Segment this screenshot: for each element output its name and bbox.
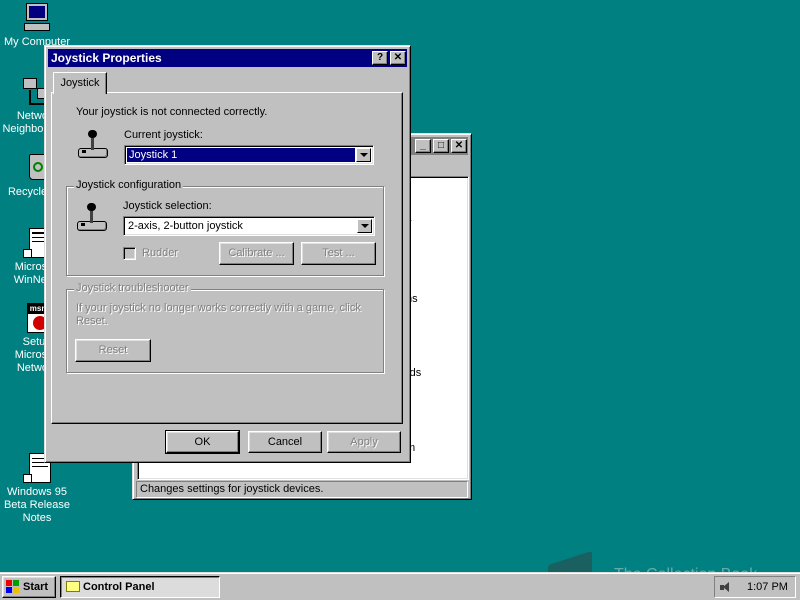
calibrate-button[interactable]: Calibrate ... bbox=[219, 242, 294, 265]
status-bar: Changes settings for joystick devices. bbox=[136, 481, 468, 498]
tab-label: Joystick bbox=[60, 77, 100, 89]
config-groupbox: Joystick configuration Joystick selectio… bbox=[66, 179, 384, 276]
rudder-label: Rudder bbox=[142, 247, 179, 259]
troubleshooter-group-title: Joystick troubleshooter bbox=[74, 282, 191, 294]
joystick-selection-value: 2-axis, 2-button joystick bbox=[128, 220, 243, 232]
joystick-icon bbox=[76, 130, 110, 162]
task-label: Control Panel bbox=[83, 581, 155, 593]
tab-joystick[interactable]: Joystick bbox=[53, 72, 107, 94]
rudder-checkbox[interactable] bbox=[123, 247, 136, 260]
troubleshooter-text: If your joystick no longer works correct… bbox=[76, 302, 361, 327]
joystick-icon bbox=[75, 203, 109, 235]
desktop-icon-my-computer[interactable]: My Computer bbox=[0, 2, 74, 49]
chevron-down-icon[interactable] bbox=[357, 219, 372, 233]
clock[interactable]: 1:07 PM bbox=[747, 581, 788, 593]
reset-button[interactable]: Reset bbox=[75, 339, 151, 362]
dialog-title: Joystick Properties bbox=[51, 51, 162, 65]
joystick-selection-dropdown[interactable]: 2-axis, 2-button joystick bbox=[123, 216, 375, 236]
system-tray: 1:07 PM bbox=[714, 576, 796, 598]
ok-button[interactable]: OK bbox=[165, 430, 240, 454]
start-label: Start bbox=[23, 581, 49, 593]
apply-button[interactable]: Apply bbox=[327, 431, 401, 453]
dialog-titlebar[interactable]: Joystick Properties bbox=[48, 49, 407, 67]
joystick-properties-dialog[interactable]: Joystick Properties ? ✕ Joystick Your jo… bbox=[44, 45, 411, 463]
computer-icon bbox=[21, 2, 53, 34]
cancel-button[interactable]: Cancel bbox=[248, 431, 322, 453]
current-joystick-value: Joystick 1 bbox=[126, 147, 356, 163]
test-button[interactable]: Test ... bbox=[301, 242, 376, 265]
taskbar: Start Control Panel 1:07 PM bbox=[0, 572, 800, 600]
help-button[interactable]: ? bbox=[372, 51, 388, 65]
current-joystick-label: Current joystick: bbox=[124, 129, 203, 141]
close-button[interactable]: ✕ bbox=[390, 51, 406, 65]
folder-icon bbox=[66, 581, 80, 592]
windows-logo-icon bbox=[6, 580, 20, 593]
current-joystick-dropdown[interactable]: Joystick 1 bbox=[124, 145, 374, 165]
status-text: Changes settings for joystick devices. bbox=[140, 483, 324, 495]
start-button[interactable]: Start bbox=[2, 576, 56, 598]
joystick-selection-label: Joystick selection: bbox=[123, 200, 212, 212]
troubleshooter-groupbox: Joystick troubleshooter If your joystick… bbox=[66, 282, 384, 373]
connection-status-text: Your joystick is not connected correctly… bbox=[76, 106, 268, 118]
tab-panel: Your joystick is not connected correctly… bbox=[51, 92, 403, 424]
maximize-button[interactable]: □ bbox=[433, 139, 449, 153]
speaker-icon[interactable] bbox=[720, 582, 730, 592]
close-button[interactable]: ✕ bbox=[451, 139, 467, 153]
task-button-control-panel[interactable]: Control Panel bbox=[60, 576, 220, 598]
desktop-icon-label: Windows 95 Beta Release Notes bbox=[3, 486, 71, 524]
minimize-button[interactable]: _ bbox=[415, 139, 431, 153]
config-group-title: Joystick configuration bbox=[74, 179, 184, 191]
chevron-down-icon[interactable] bbox=[356, 148, 371, 162]
